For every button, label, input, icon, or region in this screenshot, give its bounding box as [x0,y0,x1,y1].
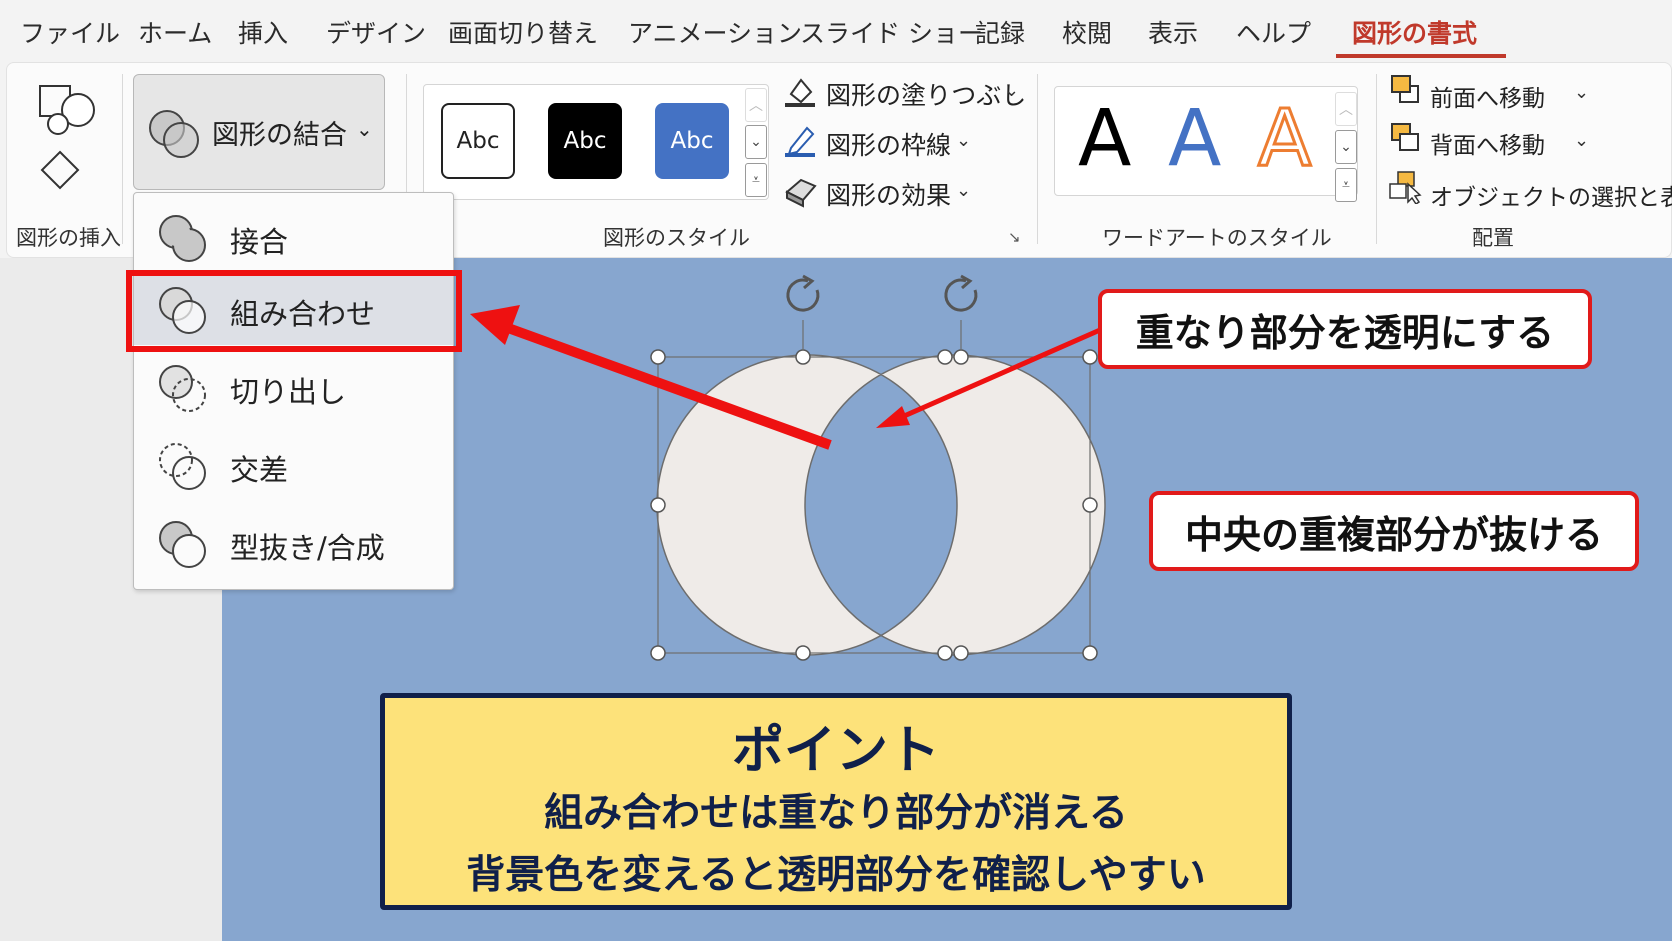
chevron-down-icon: ⌄ [1574,82,1590,103]
merge-shapes-menu: 接合 組み合わせ 切り出し 交差 型抜き/合成 [133,192,454,590]
tab-help[interactable]: ヘルプ [1236,14,1311,50]
subtract-icon [159,521,206,568]
fragment-icon [159,365,206,412]
dialog-launcher-icon[interactable]: ↘ [1008,228,1021,246]
tab-home[interactable]: ホーム [138,14,212,50]
arrange-group-label: 配置 [1472,226,1514,250]
shape-effects-button[interactable]: 図形の効果 [826,176,951,212]
selection-pane-icon [1389,171,1422,204]
active-tab-underline [1336,54,1506,58]
combine-highlight-box [126,270,462,352]
ribbon-separator [1037,74,1038,244]
callout-center-removed: 中央の重複部分が抜ける [1149,491,1639,571]
tab-record[interactable]: 記録 [975,14,1025,50]
menu-item-fragment[interactable]: 切り出し [134,351,453,423]
style-preset-black[interactable]: Abc [548,103,622,179]
wordart-preset-black[interactable]: A [1078,100,1131,178]
wordart-scroll-down-icon[interactable]: ⌄ [1335,130,1357,164]
merge-shapes-button[interactable]: 図形の結合 ⌄ [133,74,385,190]
intersect-icon [159,443,206,490]
style-preset-outline[interactable]: Abc [441,103,515,179]
menu-item-intersect[interactable]: 交差 [134,429,453,501]
wordart-expand-icon[interactable]: ⩡ [1335,168,1357,202]
chevron-down-icon: ⌄ [1574,130,1590,151]
gallery-scroll-up-icon[interactable]: ︿ [745,88,767,122]
chevron-down-icon: ⌄ [956,130,972,151]
union-icon [159,215,206,262]
menu-item-label: 交差 [230,453,289,487]
tab-shape-format[interactable]: 図形の書式 [1352,14,1477,50]
callout-overlap-transparent: 重なり部分を透明にする [1098,289,1592,369]
tab-view[interactable]: 表示 [1148,14,1198,50]
merge-shapes-label: 図形の結合 [212,120,347,151]
point-line-1: 組み合わせは重なり部分が消える [544,791,1128,836]
menu-item-union[interactable]: 接合 [134,201,453,273]
chevron-down-icon: ⌄ [356,117,373,141]
menu-item-subtract[interactable]: 型抜き/合成 [134,507,453,579]
chevron-down-icon: ⌄ [956,180,972,201]
menu-item-label: 接合 [230,225,289,259]
gallery-expand-icon[interactable]: ⩡ [745,163,767,197]
shape-fill-button[interactable]: 図形の塗りつぶし [826,76,1026,112]
tab-transitions[interactable]: 画面切り替え [448,14,598,50]
style-preset-blue[interactable]: Abc [655,103,729,179]
wordart-preset-blue[interactable]: A [1168,100,1221,178]
gallery-scroll-down-icon[interactable]: ⌄ [745,125,767,159]
tab-slideshow[interactable]: スライド ショー [800,14,983,50]
wordart-preset-orange[interactable]: A [1256,99,1312,180]
send-backward-button[interactable]: 背面へ移動 [1430,126,1545,160]
insert-shapes-group-label: 図形の挿入 [16,226,121,250]
shape-outline-icon [785,126,815,157]
tab-design[interactable]: デザイン [326,14,426,50]
tab-animations[interactable]: アニメーション [628,14,802,50]
ribbon-tab-bar: ファイル ホーム 挿入 デザイン 画面切り替え アニメーション スライド ショー… [0,0,1672,62]
chevron-down-icon: ⌄ [1004,80,1020,101]
wordart-scroll-up-icon[interactable]: ︿ [1335,92,1357,126]
shape-outline-button[interactable]: 図形の枠線 [826,126,951,162]
point-box: ポイント 組み合わせは重なり部分が消える 背景色を変えると透明部分を確認しやすい [380,693,1292,910]
selection-pane-button[interactable]: オブジェクトの選択と表示 [1430,178,1672,212]
tab-file[interactable]: ファイル [20,14,120,50]
menu-item-label: 切り出し [230,375,347,409]
wordart-group-label: ワードアートのスタイル [1102,226,1332,250]
ribbon-separator [1376,74,1377,244]
tab-insert[interactable]: 挿入 [238,14,288,50]
tab-review[interactable]: 校閲 [1062,14,1112,50]
point-line-2: 背景色を変えると透明部分を確認しやすい [466,853,1206,898]
insert-shapes-icon[interactable] [34,80,104,192]
shape-effects-icon [785,178,817,208]
point-title: ポイント [731,721,940,781]
ribbon-separator [122,74,123,244]
bring-forward-button[interactable]: 前面へ移動 [1430,79,1545,113]
merge-shapes-icon [149,110,199,158]
bring-forward-icon [1391,75,1419,103]
shape-styles-group-label: 図形のスタイル [603,226,750,250]
menu-item-label: 型抜き/合成 [230,531,385,565]
send-backward-icon [1391,123,1419,151]
shape-fill-icon [785,78,815,107]
